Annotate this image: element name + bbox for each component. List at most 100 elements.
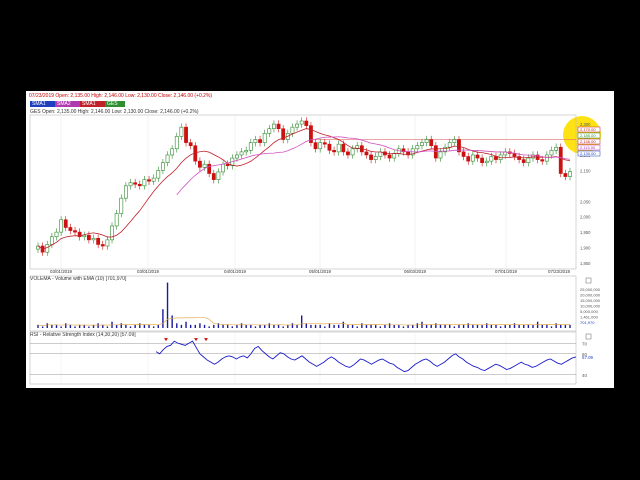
date-axis-label: 05/01/2019 — [309, 269, 332, 274]
price-axis-label: 1,850 — [580, 261, 591, 266]
candle-body — [133, 182, 138, 185]
volume-axis-label: 1,461,000 — [580, 315, 599, 320]
rsi-axis-label: 57.09 — [582, 355, 594, 360]
date-axis-label: 07/01/2019 — [495, 269, 518, 274]
candle-body — [369, 154, 373, 160]
candle-body — [295, 123, 299, 128]
candle-body — [512, 153, 517, 157]
candle-body — [174, 136, 179, 150]
price-panel-frame — [29, 114, 577, 270]
candle-body — [184, 126, 188, 143]
candle-body — [484, 160, 489, 163]
rsi-panel-frame — [29, 331, 577, 385]
date-axis-label: 03/01/2019 — [137, 269, 160, 274]
candle-body — [350, 148, 355, 156]
candle-body — [137, 183, 142, 187]
candle-body — [235, 154, 239, 159]
date-axis-label: 06/03/2019 — [404, 269, 427, 274]
candle-body — [161, 162, 165, 171]
candle-body — [68, 227, 73, 231]
candle-body — [322, 142, 327, 145]
candle-body — [521, 159, 526, 163]
rsi-axis-label: 40 — [582, 373, 587, 378]
candle-body — [373, 156, 378, 160]
candle-body — [554, 146, 559, 151]
price-marker-label: 2,185.00 — [580, 133, 596, 138]
candle-body — [262, 133, 267, 143]
candle-body — [304, 120, 309, 126]
candle-body — [290, 126, 295, 134]
candle-body — [105, 239, 110, 247]
candle-body — [480, 157, 485, 163]
candle-body — [225, 163, 230, 167]
candle-body — [540, 159, 545, 162]
candle-body — [253, 139, 258, 143]
candle-body — [100, 244, 105, 247]
candle-body — [563, 173, 568, 177]
candle-body — [86, 234, 91, 241]
candle-body — [63, 219, 68, 228]
candle-body — [318, 142, 323, 150]
price-axis-label: 2,050 — [580, 199, 591, 204]
volume-axis-label: 15,000,000 — [580, 298, 601, 303]
candle-body — [211, 173, 216, 180]
candle-body — [165, 154, 170, 163]
candle-body — [198, 160, 202, 168]
rsi-overbought-marker — [164, 338, 168, 342]
candle-body — [392, 153, 397, 159]
candle-body — [239, 151, 244, 156]
candle-body — [188, 142, 193, 146]
candle-body — [82, 234, 87, 238]
candle-body — [248, 142, 253, 151]
rsi-overbought-marker — [194, 338, 198, 342]
candle-body — [128, 182, 133, 187]
candle-body — [299, 120, 304, 125]
candle-body — [341, 143, 346, 153]
candle-body — [202, 163, 207, 168]
price-axis-label: 1,950 — [580, 230, 591, 235]
rsi-axis-label: 70 — [582, 341, 587, 346]
candle-body — [415, 145, 420, 150]
candle-body — [244, 150, 249, 153]
candle-body — [489, 156, 494, 162]
candle-body — [110, 225, 114, 241]
candle-body — [267, 128, 272, 134]
candle-body — [313, 142, 318, 150]
candle-body — [142, 179, 147, 187]
candle-body — [475, 154, 480, 159]
candle-body — [526, 157, 531, 163]
candle-body — [216, 171, 221, 180]
volume-axis-label: 5,000,000 — [580, 309, 599, 314]
candle-body — [156, 170, 161, 179]
candle-body — [558, 146, 563, 174]
rsi-line — [155, 340, 577, 373]
candle-body — [59, 219, 64, 233]
candle-body — [54, 231, 59, 238]
candle-body — [221, 163, 225, 173]
candle-body — [179, 126, 184, 137]
volume-axis-label: 20,000,000 — [580, 293, 601, 298]
candle-body — [447, 142, 452, 148]
volume-axis-label: 25,000,000 — [580, 287, 601, 292]
candle-body — [336, 143, 341, 153]
candle-body — [452, 139, 457, 143]
candle-body — [568, 171, 572, 177]
candle-body — [170, 148, 175, 156]
volume-axis-label: 10,000,000 — [580, 304, 601, 309]
candle-body — [272, 123, 276, 130]
candle-body — [114, 213, 119, 227]
sma-line-short — [37, 128, 571, 250]
stock-chart-svg[interactable]: 2,3002,2502,2002,1502,0502,0001,9501,900… — [26, 91, 614, 388]
price-axis-label: 1,900 — [580, 246, 591, 251]
panel-close-button — [585, 333, 592, 340]
candle-body — [466, 156, 471, 162]
candle-body — [91, 238, 96, 241]
candle-body — [461, 151, 466, 157]
chart-window: 07/23/2019 Open: 2,135.00 High: 2,146.00… — [26, 91, 614, 388]
candle-body — [364, 151, 369, 156]
candle-body — [429, 139, 434, 146]
price-axis-label: 2,000 — [580, 215, 591, 220]
candle-body — [438, 151, 443, 159]
candle-body — [544, 154, 549, 162]
volume-ema-line — [37, 317, 570, 326]
